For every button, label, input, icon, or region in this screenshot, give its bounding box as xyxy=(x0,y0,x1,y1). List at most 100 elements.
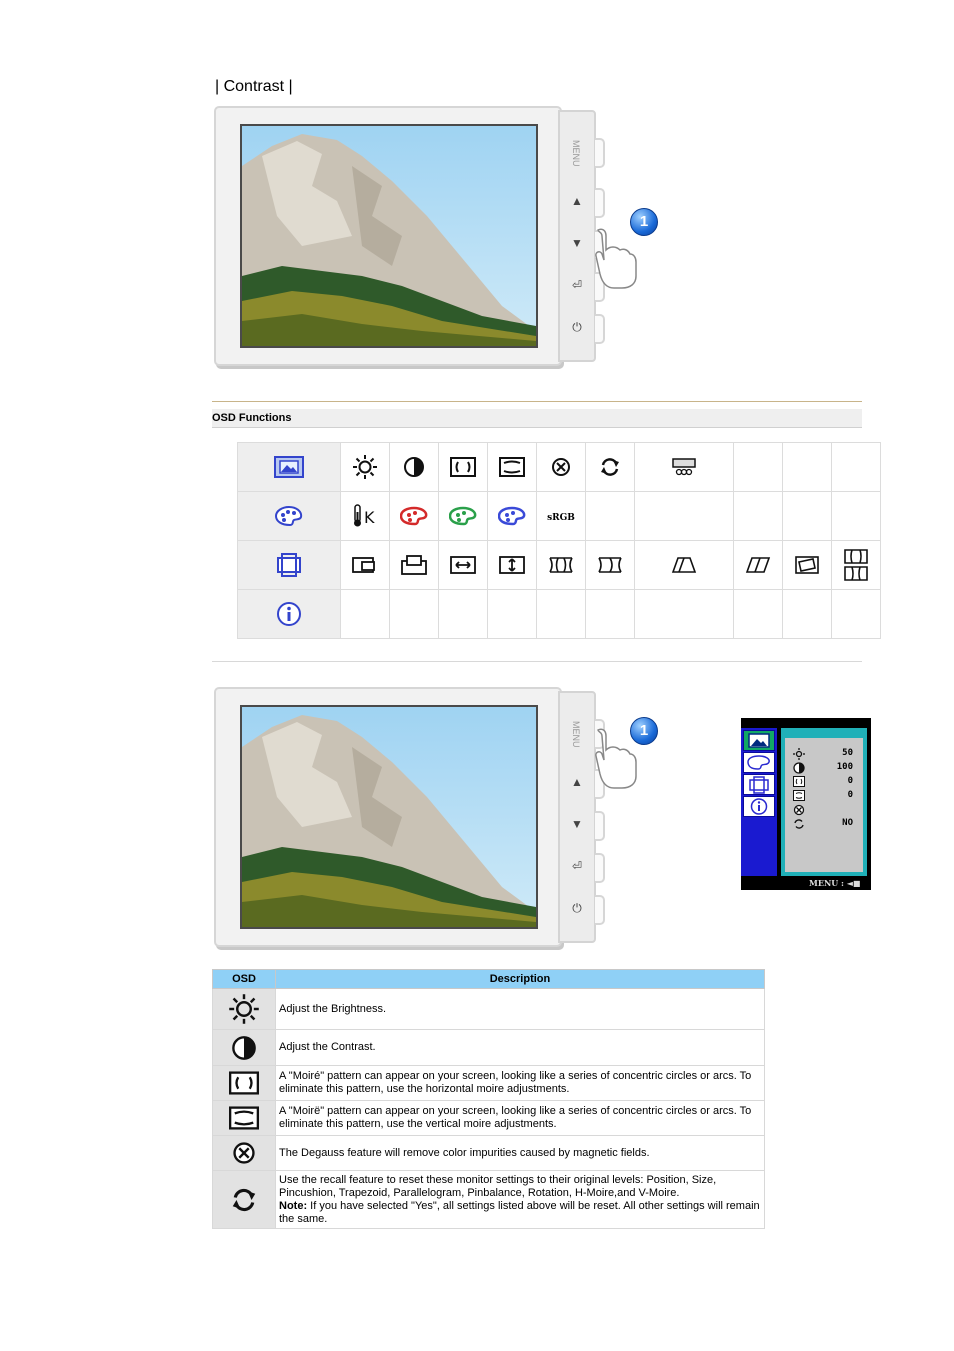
osd-geometry-tab xyxy=(743,774,775,795)
brightness-icon xyxy=(353,455,377,479)
power-button[interactable] xyxy=(595,895,605,925)
osd-brightness-value: 50 xyxy=(842,748,853,758)
picture-category-cell[interactable] xyxy=(237,442,341,492)
color-palette-icon xyxy=(275,505,303,527)
trapezoid-cell[interactable] xyxy=(634,540,734,590)
pincushion-cell[interactable] xyxy=(536,540,586,590)
info-icon xyxy=(277,602,301,626)
info-icon xyxy=(750,798,768,815)
osd-settings-icon xyxy=(672,458,696,476)
picture-icon xyxy=(274,456,304,478)
recall-icon xyxy=(232,1188,256,1211)
color-palette-icon xyxy=(747,755,770,770)
v-moire-cell[interactable] xyxy=(487,442,537,492)
v-size-icon xyxy=(499,555,525,574)
down-button[interactable] xyxy=(595,811,605,841)
h-position-cell[interactable] xyxy=(340,540,390,590)
icon-cell xyxy=(212,1170,276,1229)
degauss-icon xyxy=(552,458,570,476)
srgb-cell[interactable]: sRGB xyxy=(536,491,586,541)
degauss-cell[interactable] xyxy=(536,442,586,492)
down-arrow-icon: ▼ xyxy=(571,817,583,831)
parallelogram-icon xyxy=(745,557,771,573)
menu-button[interactable] xyxy=(595,138,605,168)
table-row: Adjust the Brightness. xyxy=(212,988,765,1030)
degauss-icon xyxy=(233,1142,255,1164)
v-size-cell[interactable] xyxy=(487,540,537,590)
empty-cell xyxy=(634,491,734,541)
empty-cell xyxy=(585,491,635,541)
exit-icon: ◄■ xyxy=(846,878,861,888)
h-position-icon xyxy=(352,557,375,573)
h-moire-cell[interactable] xyxy=(438,442,488,492)
power-button[interactable] xyxy=(595,314,605,344)
green-cell[interactable] xyxy=(438,491,488,541)
blue-cell[interactable] xyxy=(487,491,537,541)
rotation-icon xyxy=(795,556,819,574)
osd-recall-value: NO xyxy=(842,818,853,828)
note-text: If you have selected "Yes", all settings… xyxy=(279,1199,760,1225)
enter-button[interactable] xyxy=(595,853,605,883)
top-bottom-corner-icon xyxy=(844,549,868,581)
empty-cell xyxy=(831,589,881,639)
power-icon: ⏻ xyxy=(572,901,582,915)
info-category-cell[interactable] xyxy=(237,589,341,639)
osd-menu-content: 50 100 0 0 NO xyxy=(781,728,867,876)
recall-icon xyxy=(794,819,804,829)
up-button[interactable] xyxy=(595,188,605,218)
red-icon xyxy=(400,506,428,526)
note-label: Note: xyxy=(279,1199,308,1212)
color-category-cell[interactable] xyxy=(237,491,341,541)
h-size-cell[interactable] xyxy=(438,540,488,590)
table-row: Adjust the Contrast. xyxy=(212,1029,765,1066)
brightness-icon xyxy=(229,994,259,1024)
parallelogram-cell[interactable] xyxy=(733,540,783,590)
contrast-icon xyxy=(404,457,424,477)
osd-footer-label: MENU : xyxy=(809,878,847,888)
geometry-category-cell[interactable] xyxy=(237,540,341,590)
table-row: Use the recall feature to reset these mo… xyxy=(212,1170,765,1229)
empty-cell xyxy=(487,589,537,639)
osd-menu-panel: 50 100 0 0 NO xyxy=(785,738,863,872)
monitor-illustration-bottom: MENU ▲ ▼ ⏎ ⏻ xyxy=(214,687,614,949)
osd-h-moire-value: 0 xyxy=(847,776,853,786)
contrast-cell[interactable] xyxy=(389,442,439,492)
osd-v-moire-row: 0 xyxy=(793,790,859,804)
corner-cell[interactable] xyxy=(831,540,881,590)
section-title: OSD Functions xyxy=(212,409,862,428)
osd-recall-row: NO xyxy=(793,818,859,832)
picture-icon xyxy=(748,733,770,748)
monitor-illustration-top: MENU ▲ ▼ ⏎ ⏻ xyxy=(214,106,614,368)
h-moire-icon xyxy=(450,457,476,477)
description-cell: Use the recall feature to reset these mo… xyxy=(275,1170,765,1229)
osd-settings-cell[interactable] xyxy=(634,442,734,492)
pointing-hand-icon xyxy=(595,228,637,289)
color-temperature-cell[interactable]: K xyxy=(340,491,390,541)
brightness-cell[interactable] xyxy=(340,442,390,492)
monitor-button-panel: MENU ▲ ▼ ⏎ ⏻ xyxy=(558,110,605,362)
osd-menu-sidebar xyxy=(741,728,777,876)
icon-cell xyxy=(212,1135,276,1171)
empty-cell xyxy=(340,589,390,639)
menu-label: MENU xyxy=(571,140,581,167)
table-row: A "Moirë" pattern can appear on your scr… xyxy=(212,1100,765,1136)
enter-icon: ⏎ xyxy=(571,278,583,292)
empty-cell xyxy=(782,589,832,639)
pincushion-icon xyxy=(549,557,573,573)
description-text: A "Moiré" pattern can appear on your scr… xyxy=(275,1065,765,1101)
osd-brightness-row: 50 xyxy=(793,748,859,762)
red-cell[interactable] xyxy=(389,491,439,541)
svg-text:K: K xyxy=(364,508,375,527)
v-position-cell[interactable] xyxy=(389,540,439,590)
icon-cell xyxy=(212,1029,276,1066)
section-divider xyxy=(212,401,862,402)
brightness-icon xyxy=(793,748,805,760)
power-icon: ⏻ xyxy=(572,320,582,334)
rotation-cell[interactable] xyxy=(782,540,832,590)
osd-menu-screenshot: 50 100 0 0 NO MENU : ◄■ xyxy=(741,718,871,890)
pin-balance-cell[interactable] xyxy=(585,540,635,590)
trapezoid-icon xyxy=(671,557,697,573)
h-moire-icon xyxy=(793,776,805,787)
recall-cell[interactable] xyxy=(585,442,635,492)
empty-cell xyxy=(389,589,439,639)
